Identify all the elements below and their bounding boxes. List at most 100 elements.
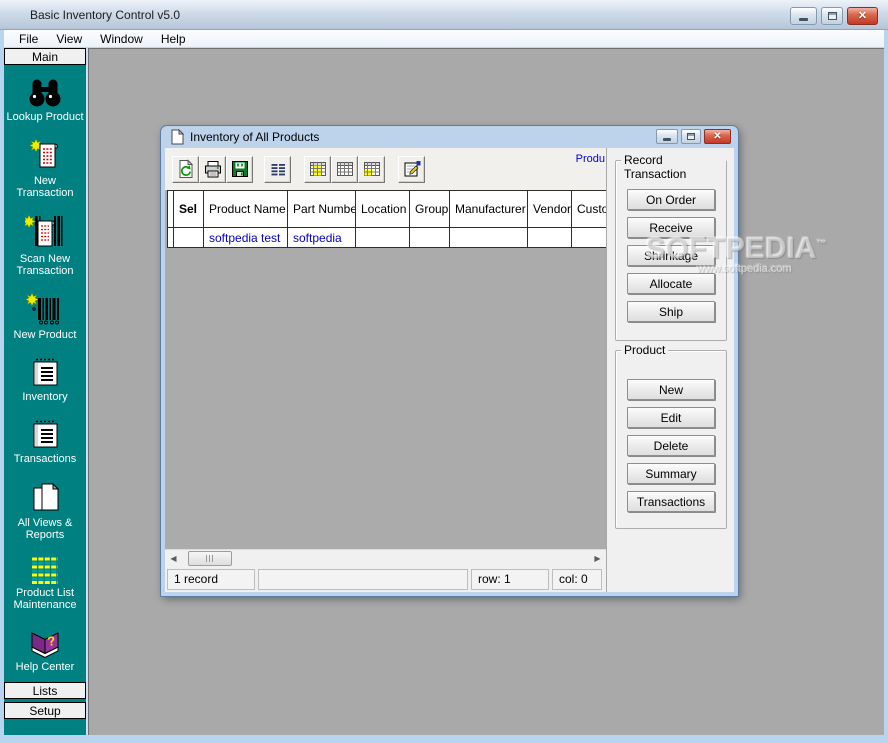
close-button[interactable]: ✕ <box>847 7 878 25</box>
column-list-button[interactable] <box>264 156 291 183</box>
grid-highlight-button[interactable] <box>304 156 331 183</box>
child-window-controls: ✕ <box>656 129 731 144</box>
restore-button[interactable] <box>821 7 843 25</box>
striped-list-icon <box>29 556 61 584</box>
on-order-button[interactable]: On Order <box>627 189 715 210</box>
cell[interactable]: softpedia <box>288 228 356 248</box>
edit-button[interactable]: Edit <box>627 407 715 428</box>
child-close-button[interactable]: ✕ <box>704 129 731 144</box>
menu-window[interactable]: Window <box>91 31 152 47</box>
save-button[interactable] <box>226 156 253 183</box>
sidebar-lists-button[interactable]: Lists <box>4 682 86 699</box>
refresh-button[interactable] <box>172 156 199 183</box>
close-icon: ✕ <box>858 11 867 22</box>
window-border-right <box>884 30 888 743</box>
grid-partial-button[interactable] <box>358 156 385 183</box>
child-title-bar[interactable]: Inventory of All Products <box>161 126 738 148</box>
sidebar-main-button[interactable]: Main <box>4 48 86 65</box>
sidebar-item-label: Scan New Transaction <box>16 253 73 277</box>
scroll-left-arrow-icon[interactable]: ◀ <box>165 550 182 567</box>
cell[interactable] <box>410 228 450 248</box>
new-button[interactable]: New <box>627 379 715 400</box>
cell[interactable] <box>356 228 410 248</box>
column-header-sel[interactable]: Sel <box>174 190 204 228</box>
horizontal-scrollbar[interactable]: ◀ ▶ <box>165 549 606 566</box>
delete-button[interactable]: Delete <box>627 435 715 456</box>
transactions-button[interactable]: Transactions <box>627 491 715 512</box>
form-edit-button[interactable] <box>398 156 425 183</box>
sidebar-setup-button[interactable]: Setup <box>4 702 86 719</box>
child-content: Produ SelProduct NamePart NumberLocation… <box>165 148 734 592</box>
column-header-location[interactable]: Location <box>356 190 410 228</box>
sidebar-items: Lookup Product New Transaction Scan New Tr… <box>4 66 86 697</box>
cell[interactable] <box>174 228 204 248</box>
save-icon <box>230 159 250 179</box>
cell[interactable]: softpedia test <box>204 228 288 248</box>
cell[interactable] <box>572 228 606 248</box>
scrollbar-thumb[interactable] <box>188 551 232 566</box>
minimize-icon <box>663 138 671 141</box>
new-transaction-icon <box>28 138 62 172</box>
menu-file[interactable]: File <box>10 31 47 47</box>
child-minimize-button[interactable] <box>656 129 678 144</box>
row-selector[interactable] <box>167 228 174 248</box>
grid-highlight-icon <box>308 159 328 179</box>
restore-icon <box>687 133 695 140</box>
cell[interactable] <box>528 228 572 248</box>
ship-button[interactable]: Ship <box>627 301 715 322</box>
summary-button[interactable]: Summary <box>627 463 715 484</box>
child-window-title: Inventory of All Products <box>190 130 319 144</box>
status-bar: 1 recordrow: 1col: 0 <box>165 566 606 592</box>
minimize-button[interactable] <box>790 7 817 25</box>
sidebar-item-label: Help Center <box>16 661 75 673</box>
child-restore-button[interactable] <box>681 129 701 144</box>
allocate-button[interactable]: Allocate <box>627 273 715 294</box>
sidebar-item-inventory[interactable]: Inventory <box>4 356 86 403</box>
sidebar-item-help-center[interactable]: ?Help Center <box>4 626 86 673</box>
actions-pane: Record TransactionOn OrderReceiveShrinka… <box>607 148 734 592</box>
scroll-right-arrow-icon[interactable]: ▶ <box>589 550 606 567</box>
form-edit-icon <box>402 159 422 179</box>
restore-icon <box>828 12 837 20</box>
row-indicator-panel: row: 1 <box>471 569 549 590</box>
print-button[interactable] <box>199 156 226 183</box>
cell[interactable] <box>450 228 528 248</box>
sidebar-item-label: All Views & Reports <box>18 517 73 541</box>
sidebar-item-scan-new-transaction[interactable]: Scan New Transaction <box>4 214 86 277</box>
grid-plain-icon <box>335 159 355 179</box>
col-indicator-panel: col: 0 <box>552 569 602 590</box>
minimize-icon <box>799 18 808 21</box>
sidebar-item-product-list-maintenance[interactable]: Product List Maintenance <box>4 556 86 611</box>
binoculars-icon <box>26 76 64 108</box>
column-header-part-number[interactable]: Part Number <box>288 190 356 228</box>
grid-plain-button[interactable] <box>331 156 358 183</box>
shrinkage-button[interactable]: Shrinkage <box>627 245 715 266</box>
sidebar-item-lookup-product[interactable]: Lookup Product <box>4 76 86 123</box>
barcode-app-icon <box>9 7 26 24</box>
thumb-grip-icon <box>206 555 215 562</box>
column-header-customer[interactable]: Customer <box>572 190 606 228</box>
sidebar-item-label: Inventory <box>22 391 67 403</box>
inventory-pane: Produ SelProduct NamePart NumberLocation… <box>165 148 607 592</box>
sidebar-item-new-product[interactable]: New Product <box>4 292 86 341</box>
sidebar: Main Lookup Product New Transaction Scan N… <box>4 48 88 735</box>
column-header-vendor[interactable]: Vendor <box>528 190 572 228</box>
title-bar: Basic Inventory Control v5.0 ✕ <box>0 0 888 30</box>
sidebar-item-transactions[interactable]: Transactions <box>4 418 86 465</box>
close-icon: ✕ <box>713 132 721 142</box>
menu-help[interactable]: Help <box>152 31 195 47</box>
status-message-panel <box>258 569 468 590</box>
table-row[interactable]: softpedia testsoftpedia <box>167 228 606 248</box>
sidebar-item-all-views-reports[interactable]: All Views & Reports <box>4 480 86 541</box>
sidebar-item-label: New Transaction <box>16 175 73 199</box>
barcode-product-icon <box>26 292 64 326</box>
receive-button[interactable]: Receive <box>627 217 715 238</box>
menu-view[interactable]: View <box>47 31 91 47</box>
refresh-icon <box>176 159 196 179</box>
sidebar-item-new-transaction[interactable]: New Transaction <box>4 138 86 199</box>
column-header-manufacturer[interactable]: Manufacturer <box>450 190 528 228</box>
column-header-group[interactable]: Group <box>410 190 450 228</box>
sidebar-item-label: Lookup Product <box>6 111 83 123</box>
child-window: Inventory of All Products ✕ Produ SelPro… <box>161 126 738 596</box>
column-header-product-name[interactable]: Product Name <box>204 190 288 228</box>
